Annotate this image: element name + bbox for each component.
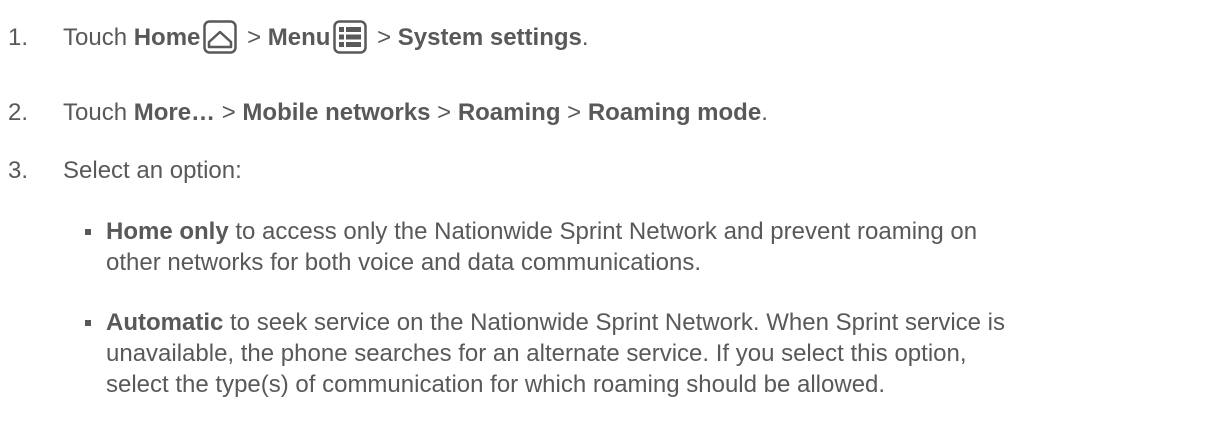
roaming-mode-label: Roaming mode bbox=[587, 99, 762, 126]
home-label: Home bbox=[133, 24, 201, 51]
step-text: Touch Home > Menu > System settings. bbox=[63, 19, 589, 54]
roaming-label: Roaming bbox=[457, 99, 561, 126]
bullet-icon bbox=[85, 320, 91, 326]
step-number: 2. bbox=[8, 99, 29, 126]
option-label: Automatic bbox=[106, 309, 224, 336]
step-number: 1. bbox=[8, 24, 29, 51]
menu-icon bbox=[333, 19, 368, 54]
step-number: 3. bbox=[8, 157, 29, 184]
step-text: Touch More… > Mobile networks > Roaming … bbox=[63, 99, 768, 126]
bullet-icon bbox=[85, 229, 91, 235]
option-text: Home only to access only the Nationwide … bbox=[106, 218, 978, 276]
step-text: Select an option: bbox=[63, 157, 242, 184]
more-label: More… bbox=[133, 99, 216, 126]
menu-label: Menu bbox=[267, 24, 331, 51]
mobile-networks-label: Mobile networks bbox=[242, 99, 431, 126]
system-settings-label: System settings bbox=[397, 24, 582, 51]
instructions-document: 1. Touch Home > Menu > System settings. … bbox=[0, 0, 1215, 429]
option-label: Home only bbox=[106, 218, 229, 245]
option-text: Automatic to seek service on the Nationw… bbox=[106, 309, 1006, 398]
home-icon bbox=[203, 19, 238, 54]
